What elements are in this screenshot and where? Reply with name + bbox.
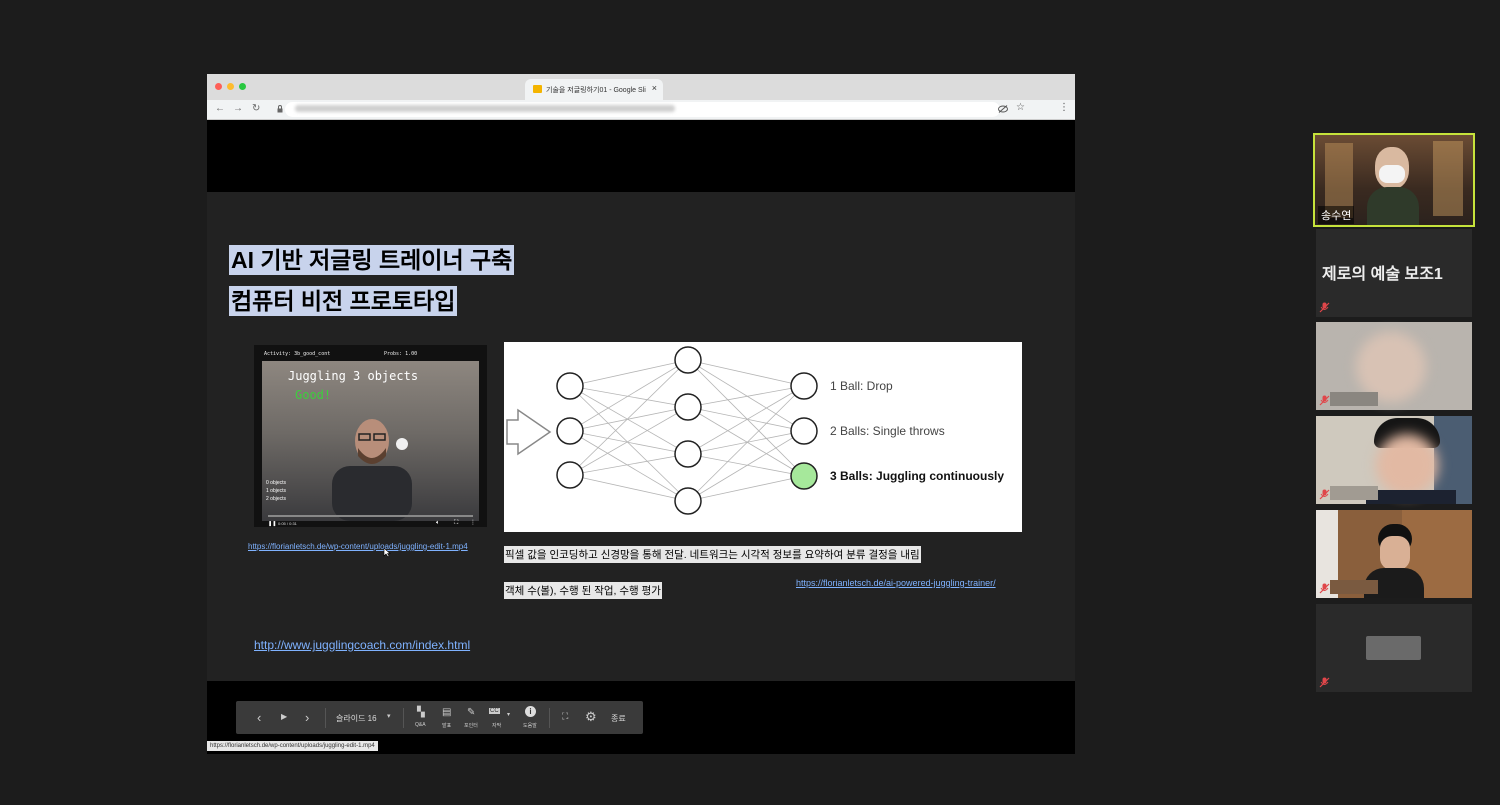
divider <box>403 708 404 728</box>
tab-close-icon[interactable]: × <box>652 83 657 93</box>
video-play-pause-icon[interactable]: ❚❚ <box>268 521 276 527</box>
end-presentation-button[interactable]: 종료 <box>611 713 626 724</box>
output-label: 2 Balls: Single throws <box>830 424 945 438</box>
participant-body <box>1367 187 1419 225</box>
bookmark-star-icon[interactable]: ☆ <box>1016 102 1025 113</box>
background-light <box>1433 141 1463 216</box>
minimize-window-dot[interactable] <box>227 83 234 90</box>
presenter-control-bar: ‹ ▶ › 슬라이드 16 ▾ ▚ Q&A ▤ 발표 ✎ 포인터 CC 자막 ▾… <box>236 701 643 734</box>
participant-blurred-face <box>1376 434 1438 496</box>
maximize-window-dot[interactable] <box>239 83 246 90</box>
close-window-dot[interactable] <box>215 83 222 90</box>
video-fullscreen-icon[interactable]: ⛶ <box>454 520 458 527</box>
slides-favicon-icon <box>533 85 542 93</box>
trainer-source-link[interactable]: https://florianletsch.de/ai-powered-jugg… <box>796 578 996 588</box>
reload-icon[interactable]: ↻ <box>252 103 260 114</box>
captions-icon[interactable]: CC <box>489 708 500 714</box>
mic-muted-icon <box>1319 395 1330 406</box>
fullscreen-icon[interactable]: ⛶ <box>562 711 568 722</box>
embedded-video[interactable]: Activity: 3b_good_cont Probs: 1.00 Juggl… <box>254 345 487 527</box>
video-overlay-status: Good! <box>295 388 332 402</box>
video-menu-icon[interactable]: ⋮ <box>470 519 476 526</box>
next-slide-button[interactable]: › <box>305 710 309 725</box>
participant-tile[interactable] <box>1316 510 1472 598</box>
mouse-cursor-icon <box>383 548 391 558</box>
eye-off-icon[interactable] <box>998 105 1008 113</box>
more-menu-icon[interactable]: ⋮ <box>1059 102 1069 113</box>
participant-name-redacted <box>1330 486 1378 500</box>
slide-dropdown-chevron-icon[interactable]: ▾ <box>387 712 391 720</box>
video-overlay-title: Juggling 3 objects <box>288 369 419 383</box>
captions-dropdown-chevron-icon[interactable]: ▾ <box>507 711 510 718</box>
video-volume-icon[interactable]: 🔈︎ <box>436 520 440 527</box>
participant-tile[interactable] <box>1316 322 1472 410</box>
mic-muted-icon <box>1319 677 1330 688</box>
browser-window: 기술을 저글링하기01 - Google Sli × ← → ↻ ☆ ⋮ AI … <box>207 74 1075 754</box>
participant-tile[interactable]: 제로의 예술 보조1 <box>1316 229 1472 317</box>
participant-tile[interactable] <box>1316 416 1472 504</box>
output-label: 1 Ball: Drop <box>830 379 893 393</box>
divider <box>549 708 550 728</box>
participant-body <box>1366 490 1456 504</box>
slide-canvas: AI 기반 저글링 트레이너 구축 컴퓨터 비전 프로토타입 Activity:… <box>207 192 1075 681</box>
previous-slide-button[interactable]: ‹ <box>257 710 261 725</box>
captions-label[interactable]: 자막 <box>492 722 501 729</box>
browser-tab[interactable]: 기술을 저글링하기01 - Google Sli × <box>525 79 663 100</box>
settings-gear-icon[interactable]: ⚙ <box>585 709 597 725</box>
slide-subtitle: 컴퓨터 비전 프로토타입 <box>229 286 458 316</box>
url-field[interactable] <box>277 102 1000 117</box>
neural-network-diagram: 1 Ball: Drop 2 Balls: Single throws 3 Ba… <box>504 342 1022 532</box>
participant-tile-active[interactable]: 송수연 <box>1313 133 1475 227</box>
address-bar: ← → ↻ ☆ ⋮ <box>207 100 1075 120</box>
participant-name: 송수연 <box>1318 206 1355 224</box>
video-activity-label: Activity: 3b_good_cont <box>264 351 331 357</box>
face-mask <box>1379 165 1405 183</box>
participant-tile[interactable] <box>1316 604 1472 692</box>
mic-muted-icon <box>1319 302 1330 313</box>
mic-muted-icon <box>1319 489 1330 500</box>
video-progress-bar[interactable] <box>268 515 473 517</box>
url-text-redacted <box>295 105 675 112</box>
slide-caption: 픽셀 값을 인코딩하고 신경망을 통해 전달. 네트워크는 시각적 정보를 요약… <box>504 546 921 563</box>
video-source-link[interactable]: https://florianletsch.de/wp-content/uplo… <box>248 542 468 551</box>
play-button[interactable]: ▶ <box>281 712 287 721</box>
juggler-figure <box>332 419 412 521</box>
notes-label[interactable]: 발표 <box>442 722 451 729</box>
forward-arrow-icon[interactable]: → <box>233 103 243 114</box>
video-count-label: 0 objects <box>266 480 287 486</box>
participant-name-redacted <box>1330 580 1378 594</box>
qa-icon[interactable]: ▚ <box>417 707 425 718</box>
help-label[interactable]: 도움말 <box>523 722 537 729</box>
pointer-label[interactable]: 포인터 <box>464 722 478 729</box>
divider <box>325 708 326 728</box>
slide-caption-sub: 객체 수(볼), 수행 된 작업, 수행 평가 <box>504 582 662 599</box>
help-icon[interactable]: i <box>525 706 536 717</box>
status-bar-url: https://florianletsch.de/wp-content/uplo… <box>207 741 378 751</box>
output-label-highlighted: 3 Balls: Juggling continuously <box>830 469 1005 483</box>
tab-title: 기술을 저글링하기01 - Google Sli <box>546 87 646 94</box>
pointer-icon[interactable]: ✎ <box>467 707 475 718</box>
participant-name-redacted <box>1366 636 1421 660</box>
participant-face <box>1380 536 1410 570</box>
mic-muted-icon <box>1319 583 1330 594</box>
notes-icon[interactable]: ▤ <box>442 707 451 718</box>
video-probability-label: Probs: 1.00 <box>384 351 418 357</box>
back-arrow-icon[interactable]: ← <box>215 103 225 114</box>
qa-label[interactable]: Q&A <box>415 722 426 728</box>
participant-name: 제로의 예술 보조1 <box>1322 266 1443 283</box>
video-count-label: 1 objects <box>266 488 287 494</box>
lock-icon <box>277 105 283 113</box>
tab-bar: 기술을 저글링하기01 - Google Sli × <box>207 74 1075 100</box>
video-count-label: 2 objects <box>266 496 287 502</box>
slide-title: AI 기반 저글링 트레이너 구축 <box>229 245 515 275</box>
slide-selector[interactable]: 슬라이드 16 <box>336 713 377 724</box>
jugglingcoach-link[interactable]: http://www.jugglingcoach.com/index.html <box>254 638 470 652</box>
participant-name-redacted <box>1330 392 1378 406</box>
video-time: 0:05 / 0:31 <box>278 521 297 526</box>
video-frame: Juggling 3 objects Good! 0 objects 1 obj… <box>262 361 479 527</box>
